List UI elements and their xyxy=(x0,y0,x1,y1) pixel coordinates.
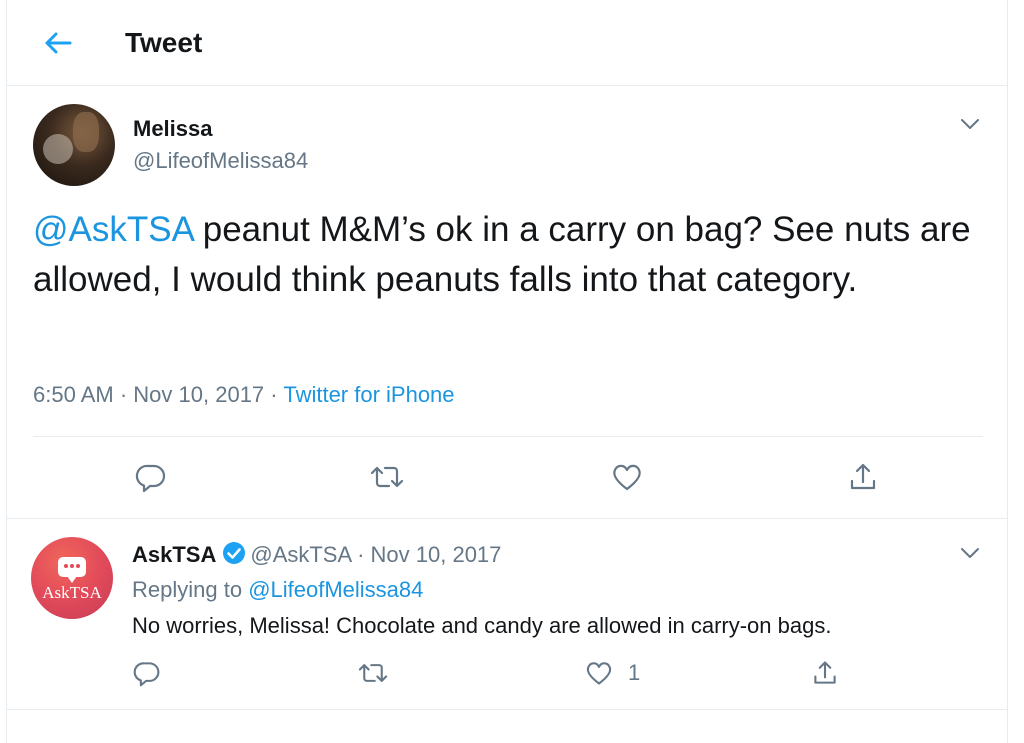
tweet-date[interactable]: Nov 10, 2017 xyxy=(133,382,264,407)
chevron-down-icon xyxy=(961,119,979,129)
main-tweet: Melissa @LifeofMelissa84 @AskTSA peanut … xyxy=(7,87,1007,519)
like-button[interactable]: 1 xyxy=(584,655,640,691)
chevron-down-icon xyxy=(961,548,979,558)
reply-button[interactable] xyxy=(131,457,171,497)
avatar[interactable]: AskTSA xyxy=(31,537,113,619)
author-name[interactable]: Melissa xyxy=(133,116,213,142)
retweet-button[interactable] xyxy=(357,655,389,691)
tweet-actions: 1 xyxy=(7,655,1007,695)
share-button[interactable] xyxy=(811,655,839,691)
tweet-actions xyxy=(7,457,1007,501)
reply-icon xyxy=(135,464,166,493)
avatar[interactable] xyxy=(33,104,115,186)
more-options-button[interactable] xyxy=(955,538,985,568)
tweet-page: Tweet Melissa @LifeofMelissa84 @AskTSA p… xyxy=(6,0,1008,743)
back-button[interactable] xyxy=(41,26,75,60)
reply-icon xyxy=(133,662,160,687)
tweet-date[interactable]: Nov 10, 2017 xyxy=(371,542,502,567)
retweet-icon xyxy=(358,664,388,682)
verified-badge-icon xyxy=(222,541,246,571)
author-handle[interactable]: @AskTSA xyxy=(250,542,351,567)
tweet-source-link[interactable]: Twitter for iPhone xyxy=(283,382,454,407)
reply-tweet: AskTSA AskTSA @AskTSA · Nov 10, 2017 Repl… xyxy=(7,520,1007,710)
author-name[interactable]: AskTSA xyxy=(132,542,216,567)
page-title: Tweet xyxy=(125,27,203,58)
tweet-text: No worries, Melissa! Chocolate and candy… xyxy=(132,613,832,638)
replying-to: Replying to @LifeofMelissa84 xyxy=(132,577,424,602)
mention-link[interactable]: @AskTSA xyxy=(33,210,193,249)
avatar-label: AskTSA xyxy=(42,583,102,602)
retweet-icon xyxy=(370,466,404,488)
arrow-left-icon xyxy=(45,32,72,54)
like-icon xyxy=(613,464,641,491)
share-icon xyxy=(850,463,876,490)
tweet-time[interactable]: 6:50 AM xyxy=(33,382,114,407)
reply-header: AskTSA @AskTSA · Nov 10, 2017 xyxy=(132,541,501,571)
page-header: Tweet xyxy=(7,0,1007,86)
like-icon xyxy=(586,662,612,685)
author-handle[interactable]: @LifeofMelissa84 xyxy=(133,148,308,174)
share-icon xyxy=(814,661,836,684)
tweet-meta: 6:50 AM · Nov 10, 2017 · Twitter for iPh… xyxy=(33,382,455,407)
replying-to-link[interactable]: @LifeofMelissa84 xyxy=(248,577,423,602)
retweet-button[interactable] xyxy=(367,457,407,497)
tweet-text: @AskTSA peanut M&M’s ok in a carry on ba… xyxy=(33,205,993,305)
more-options-button[interactable] xyxy=(955,109,985,139)
like-count: 1 xyxy=(628,660,641,685)
share-button[interactable] xyxy=(843,457,883,497)
reply-button[interactable] xyxy=(133,655,161,691)
like-button[interactable] xyxy=(607,457,647,497)
divider xyxy=(33,436,983,437)
